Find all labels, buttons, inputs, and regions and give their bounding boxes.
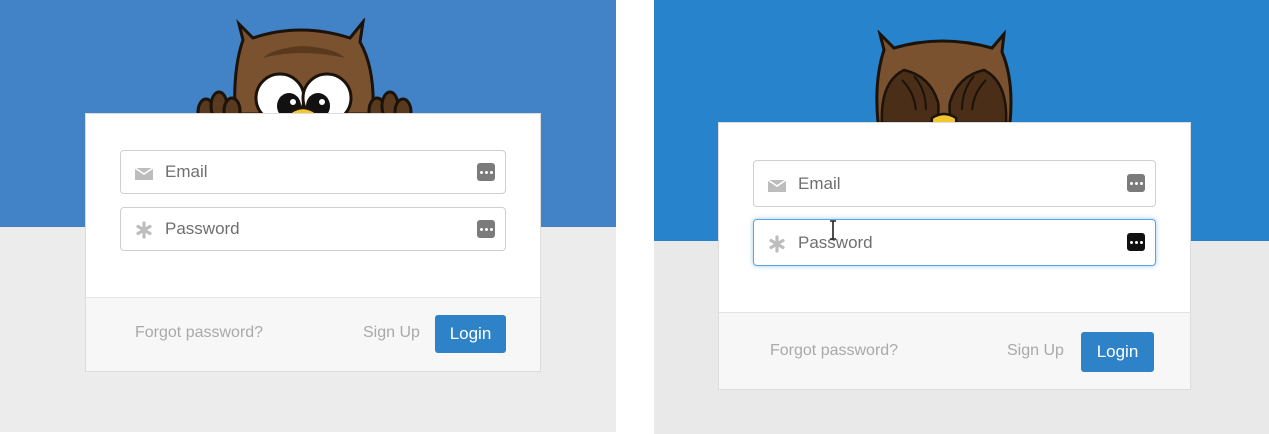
login-panel-right: Forgot password? Sign Up Login (654, 0, 1269, 434)
email-input[interactable] (165, 151, 425, 193)
login-button[interactable]: Login (1081, 332, 1154, 372)
login-card-body (86, 114, 540, 297)
password-manager-icon[interactable] (1127, 174, 1145, 192)
password-manager-icon[interactable] (477, 220, 495, 238)
sign-up-link[interactable]: Sign Up (363, 324, 420, 342)
login-card-footer: Forgot password? Sign Up Login (86, 297, 540, 371)
email-field[interactable] (753, 160, 1156, 207)
login-card: Forgot password? Sign Up Login (718, 122, 1191, 390)
envelope-icon (767, 179, 787, 192)
login-button[interactable]: Login (435, 315, 506, 353)
password-field[interactable] (120, 207, 506, 251)
password-field-focused[interactable] (753, 219, 1156, 266)
asterisk-icon (136, 221, 152, 239)
email-input[interactable] (798, 161, 1058, 206)
forgot-password-link[interactable]: Forgot password? (770, 342, 898, 360)
text-cursor-icon (830, 220, 836, 240)
password-manager-icon[interactable] (1127, 233, 1145, 251)
email-field[interactable] (120, 150, 506, 194)
login-card-footer: Forgot password? Sign Up Login (719, 312, 1190, 389)
asterisk-icon (769, 235, 785, 253)
password-manager-icon[interactable] (477, 163, 495, 181)
login-card: Forgot password? Sign Up Login (85, 113, 541, 372)
forgot-password-link[interactable]: Forgot password? (135, 324, 263, 342)
login-panel-left: Forgot password? Sign Up Login (0, 0, 616, 432)
password-input[interactable] (165, 208, 425, 250)
login-card-body (719, 123, 1190, 313)
sign-up-link[interactable]: Sign Up (1007, 342, 1064, 360)
envelope-icon (134, 167, 154, 180)
